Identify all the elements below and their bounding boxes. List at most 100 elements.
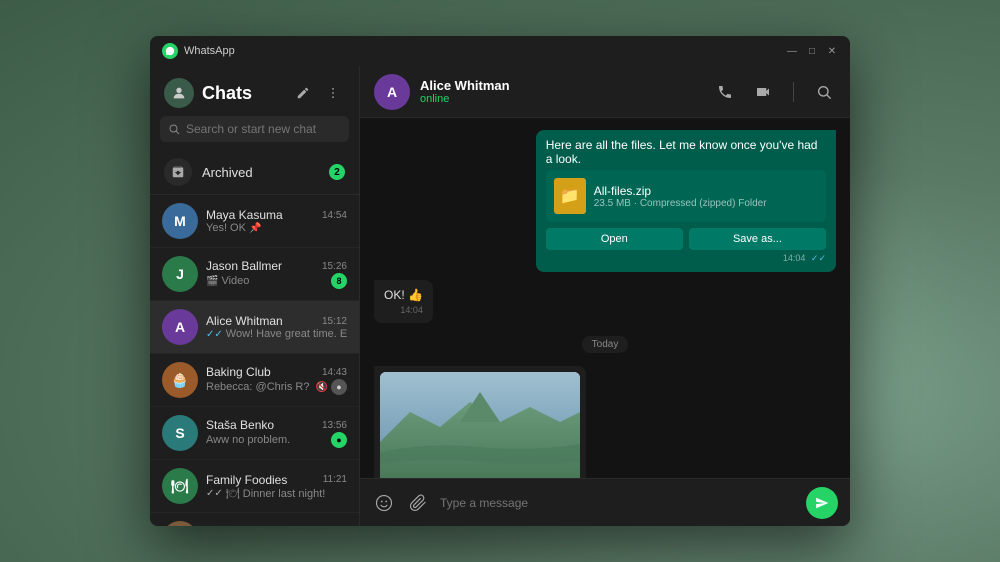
chat-main: A Alice Whitman online: [360, 66, 850, 526]
chat-time-maya: 14:54: [322, 210, 347, 221]
minimize-button[interactable]: —: [786, 45, 798, 57]
chat-info-mark: Mark Rogers 11:05 Nope. I can't go unfor…: [206, 524, 347, 526]
voice-call-button[interactable]: [713, 80, 737, 104]
avatar-alice: A: [162, 309, 198, 345]
avatar-mark: M: [162, 521, 198, 526]
message-text-1: Here are all the files. Let me know once…: [546, 138, 826, 166]
avatar-maya: M: [162, 203, 198, 239]
chat-name-jason: Jason Ballmer: [206, 259, 282, 273]
chat-name-maya: Maya Kasuma: [206, 208, 283, 222]
messages-area: Here are all the files. Let me know once…: [360, 118, 850, 478]
contact-status: online: [420, 93, 703, 105]
app-title: WhatsApp: [184, 45, 786, 57]
archived-badge: 2: [329, 164, 345, 180]
chat-info-family: Family Foodies 11:21 ✓✓ 🍽 Dinner last ni…: [206, 473, 347, 500]
file-icon: 📁: [554, 178, 586, 214]
pin-icon-maya: 📌: [249, 223, 261, 234]
chat-preview-family: ✓✓ 🍽 Dinner last night!: [206, 487, 347, 500]
open-file-button[interactable]: Open: [546, 228, 683, 250]
chat-info-alice: Alice Whitman 15:12 ✓✓ Wow! Have great t…: [206, 314, 347, 340]
emoji-button[interactable]: [372, 491, 396, 515]
avatar-family: 🍽: [162, 468, 198, 504]
chat-item-family[interactable]: 🍽 Family Foodies 11:21 ✓✓ 🍽 Dinner last …: [150, 460, 359, 513]
search-bar[interactable]: [160, 116, 349, 142]
archived-label: Archived: [202, 165, 319, 180]
chat-info-baking: Baking Club 14:43 Rebecca: @Chris R? 🔇 ●: [206, 365, 347, 395]
search-input[interactable]: [186, 122, 341, 136]
file-name: All-files.zip: [594, 184, 818, 198]
app-icon: [162, 43, 178, 59]
chat-info-jason: Jason Ballmer 15:26 🎬 Video 8: [206, 259, 347, 289]
chat-preview-alice: ✓✓ Wow! Have great time. Enjoy.: [206, 328, 347, 340]
header-divider: [793, 82, 794, 102]
chat-preview-baking: Rebecca: @Chris R? 🔇 ●: [206, 379, 347, 395]
app-window: WhatsApp — □ ✕ Chats: [150, 36, 850, 526]
message-in-2: So beautiful here! ❤️ 15:06: [374, 366, 586, 478]
titlebar: WhatsApp — □ ✕: [150, 36, 850, 66]
chat-badge-jason: 8: [331, 273, 347, 289]
sidebar-title: Chats: [202, 83, 283, 104]
search-messages-button[interactable]: [812, 80, 836, 104]
chat-item-mark[interactable]: M Mark Rogers 11:05 Nope. I can't go unf…: [150, 513, 359, 526]
search-icon: [168, 123, 180, 135]
chat-list: M Maya Kasuma 14:54 Yes! OK 📌: [150, 195, 359, 526]
archived-row[interactable]: Archived 2: [150, 150, 359, 195]
chat-item-stasa[interactable]: S Staša Benko 13:56 Aww no problem. ●: [150, 407, 359, 460]
file-size: 23.5 MB · Compressed (zipped) Folder: [594, 198, 818, 209]
contact-avatar[interactable]: A: [374, 74, 410, 110]
chat-time-family: 11:21: [323, 474, 347, 485]
message-input[interactable]: [440, 496, 796, 510]
maximize-button[interactable]: □: [806, 45, 818, 57]
sidebar-header-icons: [291, 81, 345, 105]
input-bar: [360, 478, 850, 526]
message-out-1: Here are all the files. Let me know once…: [536, 130, 836, 272]
chat-name-baking: Baking Club: [206, 365, 271, 379]
app-body: Chats: [150, 66, 850, 526]
message-text-2: OK! 👍: [384, 288, 423, 302]
save-file-button[interactable]: Save as...: [689, 228, 826, 250]
avatar-baking: 🧁: [162, 362, 198, 398]
chat-preview-jason: 🎬 Video 8: [206, 273, 347, 289]
archive-icon: [164, 158, 192, 186]
chat-time-jason: 15:26: [322, 261, 347, 272]
chat-name-family: Family Foodies: [206, 473, 287, 487]
chat-time-stasa: 13:56: [322, 420, 347, 431]
chat-badge-baking: ●: [331, 379, 347, 395]
date-divider: Today: [374, 331, 836, 358]
chat-name-alice: Alice Whitman: [206, 314, 283, 328]
avatar-stasa: S: [162, 415, 198, 451]
chat-name-stasa: Staša Benko: [206, 418, 274, 432]
contact-name: Alice Whitman: [420, 78, 703, 93]
chat-time-baking: 14:43: [322, 367, 347, 378]
chat-time-mark: 11:05: [323, 526, 347, 527]
chat-header-icons: [713, 80, 836, 104]
sidebar: Chats: [150, 66, 360, 526]
attachment-button[interactable]: [406, 491, 430, 515]
file-actions: Open Save as...: [546, 228, 826, 250]
file-info: All-files.zip 23.5 MB · Compressed (zipp…: [594, 184, 818, 209]
desktop-background: WhatsApp — □ ✕ Chats: [0, 0, 1000, 562]
chat-item-baking[interactable]: 🧁 Baking Club 14:43 Rebecca: @Chris R? 🔇…: [150, 354, 359, 407]
user-avatar[interactable]: [164, 78, 194, 108]
window-controls: — □ ✕: [786, 45, 838, 57]
chat-name-mark: Mark Rogers: [206, 524, 275, 526]
new-chat-button[interactable]: [291, 81, 315, 105]
chat-info-stasa: Staša Benko 13:56 Aww no problem. ●: [206, 418, 347, 448]
send-button[interactable]: [806, 487, 838, 519]
chat-item-jason[interactable]: J Jason Ballmer 15:26 🎬 Video 8: [150, 248, 359, 301]
video-call-button[interactable]: [751, 80, 775, 104]
avatar-jason: J: [162, 256, 198, 292]
message-in-1: OK! 👍 14:04: [374, 280, 433, 323]
chat-badge-stasa: ●: [331, 432, 347, 448]
msg-time-1: 14:04 ✓✓: [546, 253, 826, 264]
close-button[interactable]: ✕: [826, 45, 838, 57]
file-attachment: 📁 All-files.zip 23.5 MB · Compressed (zi…: [546, 170, 826, 222]
more-options-button[interactable]: [321, 81, 345, 105]
chat-preview-stasa: Aww no problem. ●: [206, 432, 347, 448]
chat-item-alice[interactable]: A Alice Whitman 15:12 ✓✓ Wow! Have great…: [150, 301, 359, 354]
chat-image[interactable]: [380, 372, 580, 478]
chat-preview-maya: Yes! OK 📌: [206, 222, 347, 234]
contact-info: Alice Whitman online: [420, 78, 703, 105]
chat-item-maya[interactable]: M Maya Kasuma 14:54 Yes! OK 📌: [150, 195, 359, 248]
chat-info-maya: Maya Kasuma 14:54 Yes! OK 📌: [206, 208, 347, 234]
